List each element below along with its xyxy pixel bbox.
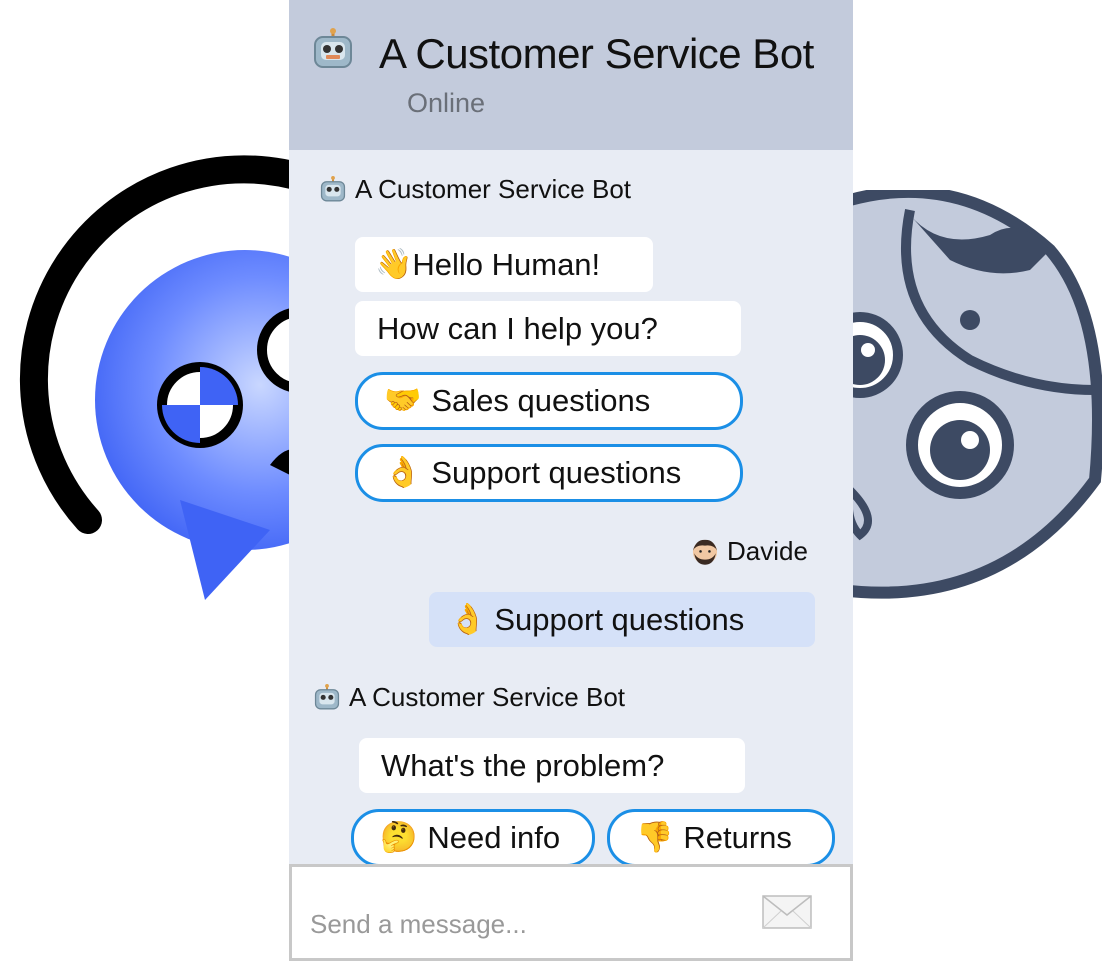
status-label: Online — [407, 88, 486, 118]
waving-hand-icon: 👋 — [375, 247, 413, 281]
quick-reply-label: Returns — [683, 820, 792, 855]
message-text: What's the problem? — [381, 747, 665, 783]
message-composer — [289, 864, 853, 961]
message-input[interactable] — [308, 905, 752, 943]
handshake-icon: 🤝 — [384, 384, 422, 417]
robot-icon — [314, 683, 340, 709]
bot-message: What's the problem? — [359, 738, 745, 793]
user-message: 👌 Support questions — [429, 592, 815, 647]
chat-title: A Customer Service Bot — [379, 30, 814, 77]
robot-icon — [320, 175, 346, 201]
ok-hand-icon: 👌 — [449, 602, 487, 636]
quick-reply-sales[interactable]: 🤝 Sales questions — [355, 372, 743, 430]
message-sender: A Customer Service Bot — [319, 174, 631, 205]
envelope-icon[interactable] — [762, 895, 812, 929]
quick-reply-label: Sales questions — [431, 383, 651, 418]
robot-icon — [314, 28, 352, 68]
background-bot-face-right — [820, 190, 1102, 599]
message-sender: Davide — [691, 536, 808, 567]
message-text: Hello Human! — [412, 246, 601, 282]
quick-reply-support[interactable]: 👌 Support questions — [355, 444, 743, 502]
sender-name: A Customer Service Bot — [355, 174, 631, 204]
message-text: How can I help you? — [377, 310, 658, 346]
bot-message: How can I help you? — [355, 301, 741, 356]
sender-name: A Customer Service Bot — [349, 682, 625, 712]
thumbs-down-icon: 👎 — [636, 821, 674, 854]
quick-reply-returns[interactable]: 👎 Returns — [607, 809, 835, 867]
background-bot-logo-left — [19, 155, 330, 600]
quick-reply-label: Need info — [427, 820, 561, 855]
message-text: Support questions — [494, 601, 745, 637]
quick-reply-label: Support questions — [431, 455, 682, 490]
chat-header: A Customer Service Bot Online — [289, 0, 853, 150]
sender-name: Davide — [727, 536, 808, 566]
man-beard-icon — [692, 539, 718, 565]
thinking-face-icon: 🤔 — [380, 821, 418, 854]
bot-message: 👋 Hello Human! — [355, 237, 653, 292]
message-sender: A Customer Service Bot — [313, 682, 625, 713]
ok-hand-icon: 👌 — [384, 456, 422, 489]
chat-window: A Customer Service Bot Online A Customer… — [289, 0, 853, 961]
quick-reply-need-info[interactable]: 🤔 Need info — [351, 809, 595, 867]
